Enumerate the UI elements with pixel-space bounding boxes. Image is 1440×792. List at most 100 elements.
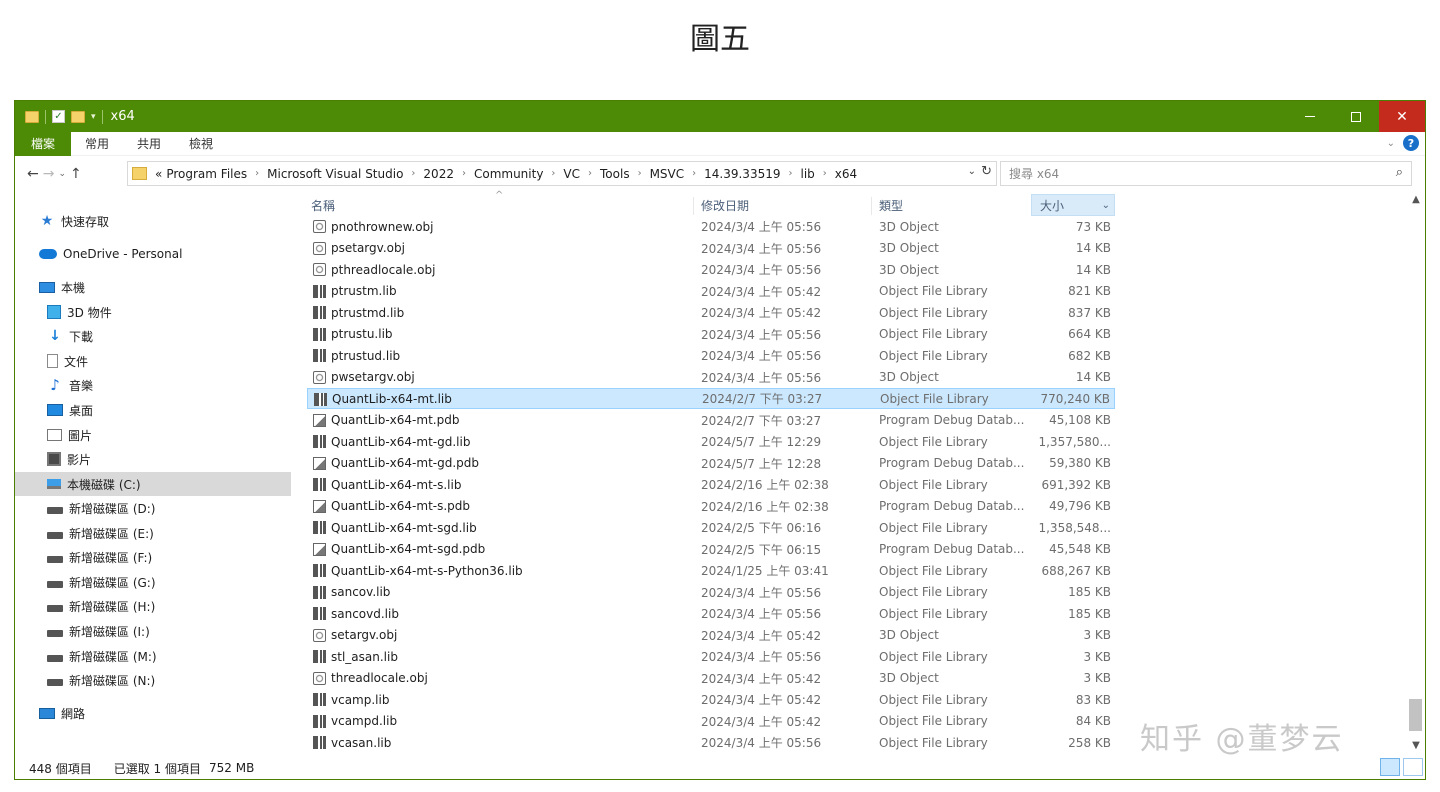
file-row[interactable]: QuantLib-x64-mt.pdb 2024/2/7 下午 03:27 Prog… bbox=[307, 410, 1115, 431]
tab-view[interactable]: 檢視 bbox=[175, 132, 227, 156]
breadcrumb-2022[interactable]: 2022 bbox=[421, 167, 456, 181]
file-row[interactable]: QuantLib-x64-mt-gd.pdb 2024/5/7 上午 12:28 P… bbox=[307, 453, 1115, 474]
sidebar-item[interactable]: 圖片 bbox=[15, 423, 291, 447]
sidebar-item[interactable]: ↓ 下載 bbox=[15, 324, 291, 348]
address-bar[interactable]: « Program Files › Microsoft Visual Studi… bbox=[127, 161, 997, 186]
properties-icon[interactable]: ✓ bbox=[52, 110, 65, 123]
breadcrumb-program-files[interactable]: Program Files bbox=[164, 167, 249, 181]
file-row[interactable]: threadlocale.obj 2024/3/4 上午 05:42 3D Obje… bbox=[307, 668, 1115, 689]
file-row[interactable]: psetargv.obj 2024/3/4 上午 05:56 3D Object 14… bbox=[307, 238, 1115, 259]
column-header-type[interactable]: 類型 bbox=[879, 194, 1029, 216]
file-row[interactable]: ptrustud.lib 2024/3/4 上午 05:56 Object File… bbox=[307, 345, 1115, 366]
file-row[interactable]: QuantLib-x64-mt-s.pdb 2024/2/16 上午 02:38 P… bbox=[307, 496, 1115, 517]
sidebar-item[interactable]: 新增磁碟區 (F:) bbox=[15, 545, 291, 569]
column-divider[interactable] bbox=[693, 197, 694, 215]
sidebar-item[interactable]: 本機磁碟 (C:) bbox=[15, 472, 291, 496]
refresh-icon[interactable]: ↻ bbox=[981, 164, 992, 179]
address-history-dropdown-icon[interactable]: ⌄ bbox=[968, 166, 976, 177]
close-button[interactable]: ✕ bbox=[1379, 101, 1425, 132]
new-folder-icon[interactable] bbox=[71, 110, 85, 123]
breadcrumb-chevron-icon[interactable]: › bbox=[545, 168, 561, 179]
file-row[interactable]: QuantLib-x64-mt-s.lib 2024/2/16 上午 02:38 O… bbox=[307, 474, 1115, 495]
file-row[interactable]: QuantLib-x64-mt.lib 2024/2/7 下午 03:27 Obje… bbox=[307, 388, 1115, 409]
breadcrumb-chevron-icon[interactable]: › bbox=[456, 168, 472, 179]
file-row[interactable]: setargv.obj 2024/3/4 上午 05:42 3D Object 3 K… bbox=[307, 625, 1115, 646]
file-row[interactable]: stl_asan.lib 2024/3/4 上午 05:56 Object File… bbox=[307, 646, 1115, 667]
sidebar-item[interactable]: ★ 快速存取 bbox=[15, 209, 291, 233]
file-row[interactable]: sancov.lib 2024/3/4 上午 05:56 Object File L… bbox=[307, 582, 1115, 603]
sidebar-item[interactable]: 文件 bbox=[15, 349, 291, 373]
scroll-thumb[interactable] bbox=[1409, 699, 1422, 731]
customize-toolbar-icon[interactable]: ▾ bbox=[91, 112, 96, 122]
breadcrumb-visual-studio[interactable]: Microsoft Visual Studio bbox=[265, 167, 405, 181]
column-header-name[interactable]: 名稱 bbox=[311, 194, 691, 216]
file-row[interactable]: QuantLib-x64-mt-gd.lib 2024/5/7 上午 12:29 O… bbox=[307, 431, 1115, 452]
sidebar-item[interactable]: 影片 bbox=[15, 447, 291, 471]
sidebar-item[interactable]: 新增磁碟區 (E:) bbox=[15, 521, 291, 545]
file-row[interactable]: vcasan.lib 2024/3/4 上午 05:56 Object File L… bbox=[307, 732, 1115, 753]
breadcrumb-chevron-icon[interactable]: › bbox=[686, 168, 702, 179]
file-row[interactable]: ptrustm.lib 2024/3/4 上午 05:42 Object File … bbox=[307, 281, 1115, 302]
sidebar-item[interactable]: 新增磁碟區 (M:) bbox=[15, 644, 291, 668]
file-row[interactable]: pnothrownew.obj 2024/3/4 上午 05:56 3D Objec… bbox=[307, 216, 1115, 237]
breadcrumb-overflow[interactable]: « bbox=[153, 167, 164, 181]
column-header-size[interactable]: 大小 ⌄ bbox=[1031, 194, 1115, 216]
file-row[interactable]: QuantLib-x64-mt-sgd.lib 2024/2/5 下午 06:16… bbox=[307, 517, 1115, 538]
tab-share[interactable]: 共用 bbox=[123, 132, 175, 156]
column-divider[interactable] bbox=[871, 197, 872, 215]
breadcrumb-version[interactable]: 14.39.33519 bbox=[702, 167, 782, 181]
file-row[interactable]: pwsetargv.obj 2024/3/4 上午 05:56 3D Object 1… bbox=[307, 367, 1115, 388]
file-row[interactable]: pthreadlocale.obj 2024/3/4 上午 05:56 3D Obj… bbox=[307, 259, 1115, 280]
sidebar-item[interactable]: 網路 bbox=[15, 701, 291, 725]
search-input[interactable]: 搜尋 x64 ⌕ bbox=[1000, 161, 1412, 186]
column-dropdown-icon[interactable]: ⌄ bbox=[1102, 200, 1110, 211]
sidebar-item[interactable]: 桌面 bbox=[15, 398, 291, 422]
help-icon[interactable]: ? bbox=[1403, 135, 1419, 151]
tab-file[interactable]: 檔案 bbox=[15, 131, 72, 156]
back-button[interactable]: ← bbox=[27, 166, 39, 182]
breadcrumb-community[interactable]: Community bbox=[472, 167, 545, 181]
breadcrumb-chevron-icon[interactable]: › bbox=[582, 168, 598, 179]
scroll-up-icon[interactable]: ▲ bbox=[1406, 194, 1425, 210]
sidebar-item[interactable]: ♪ 音樂 bbox=[15, 373, 291, 397]
file-row[interactable]: QuantLib-x64-mt-s-Python36.lib 2024/1/25 … bbox=[307, 560, 1115, 581]
breadcrumb-msvc[interactable]: MSVC bbox=[648, 167, 687, 181]
sidebar-item[interactable]: 新增磁碟區 (H:) bbox=[15, 594, 291, 618]
breadcrumb-x64[interactable]: x64 bbox=[833, 167, 859, 181]
large-icons-view-button[interactable] bbox=[1403, 758, 1423, 776]
sidebar-item[interactable]: 新增磁碟區 (D:) bbox=[15, 496, 291, 520]
file-row[interactable]: vcampd.lib 2024/3/4 上午 05:42 Object File L… bbox=[307, 711, 1115, 732]
column-header-date[interactable]: 修改日期 bbox=[701, 194, 871, 216]
sidebar-item[interactable]: OneDrive - Personal bbox=[15, 242, 291, 266]
breadcrumb-chevron-icon[interactable]: › bbox=[817, 168, 833, 179]
expand-ribbon-icon[interactable]: ⌄ bbox=[1387, 138, 1395, 149]
file-row[interactable]: vcamp.lib 2024/3/4 上午 05:42 Object File Li… bbox=[307, 689, 1115, 710]
sidebar-item[interactable]: 3D 物件 bbox=[15, 300, 291, 324]
breadcrumb-chevron-icon[interactable]: › bbox=[782, 168, 798, 179]
breadcrumb-vc[interactable]: VC bbox=[561, 167, 582, 181]
sidebar-item[interactable]: 新增磁碟區 (I:) bbox=[15, 619, 291, 643]
breadcrumb-chevron-icon[interactable]: › bbox=[632, 168, 648, 179]
file-row[interactable]: QuantLib-x64-mt-sgd.pdb 2024/2/5 下午 06:15… bbox=[307, 539, 1115, 560]
details-view-button[interactable] bbox=[1380, 758, 1400, 776]
vertical-scrollbar[interactable]: ▲ ▼ bbox=[1406, 194, 1425, 756]
sidebar-item[interactable]: 新增磁碟區 (N:) bbox=[15, 668, 291, 692]
file-row[interactable]: ptrustmd.lib 2024/3/4 上午 05:42 Object File… bbox=[307, 302, 1115, 323]
sidebar-item[interactable]: 新增磁碟區 (G:) bbox=[15, 570, 291, 594]
tab-home[interactable]: 常用 bbox=[71, 132, 123, 156]
breadcrumb-lib[interactable]: lib bbox=[798, 167, 816, 181]
file-date: 2024/2/16 上午 02:38 bbox=[701, 478, 829, 492]
minimize-button[interactable] bbox=[1287, 101, 1333, 132]
up-button[interactable]: ↑ bbox=[70, 166, 82, 182]
file-row[interactable]: sancovd.lib 2024/3/4 上午 05:56 Object File … bbox=[307, 603, 1115, 624]
maximize-button[interactable] bbox=[1333, 101, 1379, 132]
scroll-down-icon[interactable]: ▼ bbox=[1406, 740, 1425, 756]
breadcrumb-chevron-icon[interactable]: › bbox=[249, 168, 265, 179]
forward-button[interactable]: → bbox=[43, 166, 55, 182]
sidebar-item[interactable]: 本機 bbox=[15, 275, 291, 299]
breadcrumb-tools[interactable]: Tools bbox=[598, 167, 632, 181]
search-icon[interactable]: ⌕ bbox=[1396, 165, 1403, 180]
recent-locations-button[interactable]: ⌄ bbox=[58, 169, 66, 179]
breadcrumb-chevron-icon[interactable]: › bbox=[405, 168, 421, 179]
file-row[interactable]: ptrustu.lib 2024/3/4 上午 05:56 Object File … bbox=[307, 324, 1115, 345]
